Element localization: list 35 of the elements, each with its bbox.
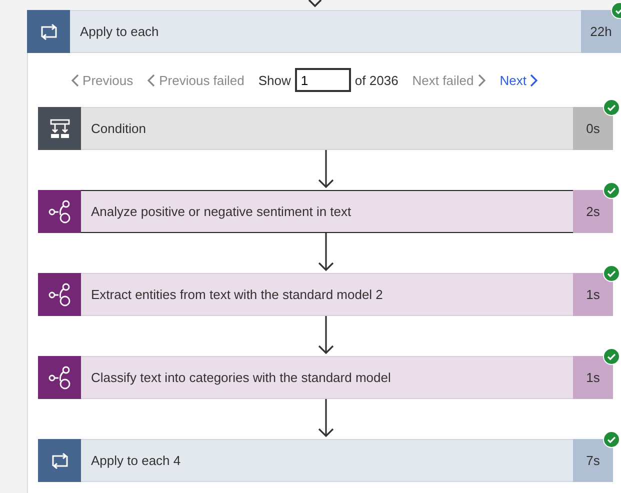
duration-label: 1s xyxy=(573,356,613,399)
chevron-right-icon xyxy=(478,74,486,86)
step-card[interactable]: Extract entities from text with the standard model 2 1s xyxy=(38,273,613,316)
loop-header[interactable]: Apply to each 22h xyxy=(27,10,621,53)
step-title: Classify text into categories with the standard model xyxy=(90,369,392,387)
nodes-icon xyxy=(48,282,72,306)
arrow-connector xyxy=(318,233,334,273)
step-title: Apply to each 4 xyxy=(90,452,182,470)
step-card[interactable]: Condition 0s xyxy=(38,107,613,150)
duration-label: 22h xyxy=(581,10,621,53)
duration-label: 7s xyxy=(573,439,613,482)
duration-label: 2s xyxy=(573,190,613,233)
condition-icon xyxy=(48,118,70,138)
step-card[interactable]: Analyze positive or negative sentiment in text 2s xyxy=(38,190,613,233)
duration-label: 0s xyxy=(573,107,613,150)
step-title: Extract entities from text with the standard model 2 xyxy=(90,286,384,304)
step-card[interactable]: Apply to each 4 7s xyxy=(38,439,613,482)
next-link[interactable]: Next xyxy=(500,72,538,88)
arrow-head-icon xyxy=(308,0,322,8)
arrow-connector xyxy=(318,150,334,190)
chevron-right-icon xyxy=(530,74,538,86)
total-label: of 2036 xyxy=(354,72,398,88)
step-card[interactable]: Classify text into categories with the standard model 1s xyxy=(38,356,613,399)
chevron-left-icon xyxy=(70,74,79,86)
step-title: Condition xyxy=(90,120,147,138)
step-title: Apply to each xyxy=(79,23,160,41)
arrow-connector xyxy=(318,399,334,439)
nodes-icon xyxy=(48,366,72,390)
duration-label: 1s xyxy=(573,273,613,316)
show-label: Show xyxy=(258,72,291,88)
arrow-connector xyxy=(318,316,334,356)
nodes-icon xyxy=(48,200,72,224)
iteration-input[interactable]: 1 xyxy=(294,68,351,92)
chevron-left-icon xyxy=(147,74,156,86)
step-title: Analyze positive or negative sentiment in text xyxy=(90,203,352,221)
